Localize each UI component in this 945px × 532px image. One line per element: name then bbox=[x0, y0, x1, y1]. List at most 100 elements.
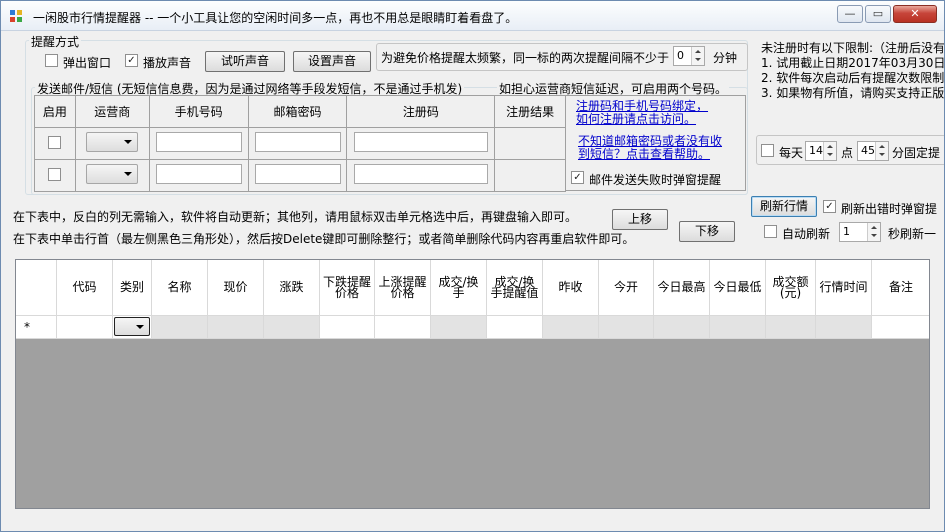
cell-turnover bbox=[431, 316, 487, 339]
notice-line: 1. 试用截止日期2017年03月30日 bbox=[761, 56, 945, 70]
refresh-seconds-label: 秒刷新一 bbox=[888, 227, 937, 241]
spin-arrows-icon[interactable] bbox=[867, 223, 880, 241]
error-popup-checkbox[interactable]: ✓ bbox=[823, 200, 836, 213]
sms-row bbox=[34, 127, 566, 160]
sms-enable-checkbox[interactable] bbox=[48, 135, 62, 149]
cell-category[interactable] bbox=[113, 316, 152, 339]
daily-checkbox[interactable] bbox=[761, 144, 774, 157]
window-title: 一闲股市行情提醒器 -- 一个小工具让您的空闲时间多一点，再也不用总是眼睛盯着看… bbox=[33, 11, 518, 25]
fail-popup-checkbox[interactable]: ✓ bbox=[571, 171, 584, 184]
notice-line: 2. 软件每次启动后有提醒次数限制 bbox=[761, 71, 945, 85]
col-header[interactable]: 今开 bbox=[599, 260, 654, 316]
cell-low bbox=[710, 316, 766, 339]
category-dropdown[interactable] bbox=[114, 317, 150, 336]
col-header[interactable]: 代码 bbox=[57, 260, 113, 316]
col-header[interactable]: 涨跌 bbox=[264, 260, 320, 316]
spin-arrows-icon[interactable] bbox=[823, 142, 836, 160]
register-link[interactable]: 注册码和手机号码绑定，如何注册请点击访问。 bbox=[576, 100, 716, 126]
col-header[interactable]: 成交额(元) bbox=[766, 260, 816, 316]
daily-suffix: 分固定提 bbox=[892, 146, 941, 160]
cell-prev-close bbox=[543, 316, 599, 339]
daily-minute-spinner[interactable]: 45 bbox=[857, 141, 889, 161]
move-up-button[interactable]: 上移 bbox=[612, 209, 668, 230]
popup-label: 弹出窗口 bbox=[63, 56, 112, 70]
test-sound-button[interactable]: 试听声音 bbox=[205, 51, 285, 72]
sms-enable-checkbox[interactable] bbox=[48, 167, 62, 181]
interval-label: 为避免价格提醒太频繁，同一标的两次提醒间隔不少于 bbox=[381, 51, 670, 65]
sms-header: 运营商 bbox=[74, 95, 150, 128]
main-window: 一闲股市行情提醒器 -- 一个小工具让您的空闲时间多一点，再也不用总是眼睛盯着看… bbox=[0, 0, 945, 532]
refresh-seconds-value: 1 bbox=[843, 225, 850, 238]
col-header[interactable]: 今日最高 bbox=[654, 260, 710, 316]
cell-note[interactable] bbox=[872, 316, 929, 339]
sms-table: 启用 运营商 手机号码 邮箱密码 注册码 注册结果 bbox=[34, 95, 566, 192]
col-header[interactable]: 上涨提醒价格 bbox=[375, 260, 431, 316]
maximize-button[interactable]: ▭ bbox=[865, 5, 891, 23]
cell-down-alert[interactable] bbox=[320, 316, 375, 339]
sms-header: 注册码 bbox=[346, 95, 496, 128]
app-icon bbox=[10, 10, 22, 22]
notice-line: 未注册时有以下限制:（注册后没有 bbox=[761, 41, 945, 55]
sms-header: 启用 bbox=[34, 95, 76, 128]
cell-turnover-alert[interactable] bbox=[487, 316, 543, 339]
sound-checkbox[interactable]: ✓ bbox=[125, 54, 138, 67]
col-header[interactable]: 下跌提醒价格 bbox=[320, 260, 375, 316]
regcode-field[interactable] bbox=[353, 132, 488, 152]
cell-price bbox=[208, 316, 264, 339]
daily-minute-value: 45 bbox=[861, 144, 875, 157]
cell-up-alert[interactable] bbox=[375, 316, 431, 339]
fail-popup-label: 邮件发送失败时弹窗提醒 bbox=[589, 173, 722, 187]
help-link[interactable]: 不知道邮箱密码或者没有收到短信？点击查看帮助。 bbox=[578, 135, 728, 161]
auto-refresh-label: 自动刷新 bbox=[782, 227, 831, 241]
notice-line: 3. 如果物有所值，请购买支持正版 bbox=[761, 86, 945, 100]
col-header[interactable]: 昨收 bbox=[543, 260, 599, 316]
col-header[interactable]: 备注 bbox=[872, 260, 929, 316]
auto-refresh-checkbox[interactable] bbox=[764, 225, 777, 238]
move-down-button[interactable]: 下移 bbox=[679, 221, 735, 242]
interval-unit: 分钟 bbox=[713, 51, 738, 65]
mail-password-field[interactable] bbox=[254, 132, 341, 152]
cell-high bbox=[654, 316, 710, 339]
chevron-down-icon bbox=[136, 325, 144, 329]
col-header[interactable]: 现价 bbox=[208, 260, 264, 316]
regcode-field[interactable] bbox=[353, 164, 488, 184]
new-row-marker[interactable]: * bbox=[16, 316, 57, 339]
sms-row bbox=[34, 159, 566, 192]
carrier-dropdown[interactable] bbox=[86, 132, 139, 152]
cell-name bbox=[152, 316, 208, 339]
col-header[interactable]: 名称 bbox=[152, 260, 208, 316]
daily-point-label: 点 bbox=[841, 146, 854, 160]
daily-label: 每天 bbox=[779, 146, 804, 160]
error-popup-label: 刷新出错时弹窗提 bbox=[841, 202, 938, 216]
spin-arrows-icon[interactable] bbox=[691, 47, 704, 65]
refresh-seconds-spinner[interactable]: 1 bbox=[839, 222, 881, 242]
col-header[interactable]: 成交/换手 bbox=[431, 260, 487, 316]
chevron-down-icon bbox=[124, 140, 133, 144]
interval-spinner[interactable]: 0 bbox=[673, 46, 705, 66]
carrier-dropdown[interactable] bbox=[86, 164, 139, 184]
popup-checkbox[interactable] bbox=[45, 54, 58, 67]
daily-hour-spinner[interactable]: 14 bbox=[805, 141, 837, 161]
phone-field[interactable] bbox=[155, 132, 242, 152]
sms-header: 邮箱密码 bbox=[247, 95, 348, 128]
spin-arrows-icon[interactable] bbox=[875, 142, 888, 160]
register-notice: 未注册时有以下限制:（注册后没有 1. 试用截止日期2017年03月30日 2.… bbox=[761, 41, 945, 101]
row-header-corner bbox=[16, 260, 57, 316]
close-button[interactable]: ✕ bbox=[893, 5, 937, 23]
cell-code[interactable] bbox=[57, 316, 113, 339]
reg-result bbox=[494, 159, 566, 192]
col-header[interactable]: 今日最低 bbox=[710, 260, 766, 316]
sms-header: 注册结果 bbox=[494, 95, 566, 128]
interval-value: 0 bbox=[677, 49, 684, 62]
chevron-down-icon bbox=[124, 172, 133, 176]
minimize-button[interactable]: — bbox=[837, 5, 863, 23]
col-header[interactable]: 成交/换手提醒值 bbox=[487, 260, 543, 316]
phone-field[interactable] bbox=[155, 164, 242, 184]
col-header[interactable]: 类别 bbox=[113, 260, 152, 316]
stock-grid[interactable]: 代码 类别 名称 现价 涨跌 下跌提醒价格 上涨提醒价格 成交/换手 成交/换手… bbox=[15, 259, 930, 509]
cell-open bbox=[599, 316, 654, 339]
set-sound-button[interactable]: 设置声音 bbox=[293, 51, 371, 72]
mail-password-field[interactable] bbox=[254, 164, 341, 184]
col-header[interactable]: 行情时间 bbox=[816, 260, 872, 316]
refresh-button[interactable]: 刷新行情 bbox=[751, 196, 817, 217]
